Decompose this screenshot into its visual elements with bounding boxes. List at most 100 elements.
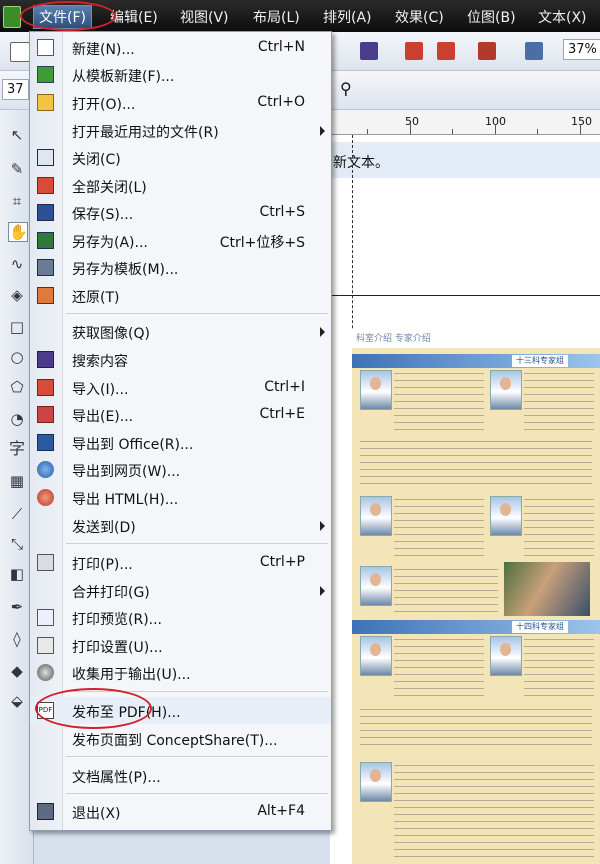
menu-item-publish-conceptshare[interactable]: 发布页面到 ConceptShare(T)... (30, 725, 331, 752)
menu-effects[interactable]: 效果(C) (395, 7, 444, 27)
doctor-bio-text (524, 496, 594, 560)
menu-item-print[interactable]: 打印(P)... Ctrl+P (30, 549, 331, 576)
menu-view[interactable]: 视图(V) (180, 7, 229, 27)
document-page[interactable]: 科室介绍 专家介绍 十三科专家组 十四科专家组 (352, 330, 600, 864)
menu-item-print-preview[interactable]: 打印预览(R)... (30, 604, 331, 631)
ruler-label-50: 50 (405, 115, 419, 128)
menu-item-export-web[interactable]: 导出到网页(W)... (30, 456, 331, 483)
menu-bitmaps[interactable]: 位图(B) (467, 7, 516, 27)
dimension-tool-icon[interactable]: ⟋ (8, 505, 26, 523)
menu-item-label: 导入(I)... (72, 382, 129, 398)
zoom-tool-icon[interactable]: ⚲ (340, 79, 352, 98)
outline-tool-icon[interactable]: ◊ (8, 630, 26, 648)
collect-output-icon (37, 664, 54, 681)
smart-fill-icon[interactable]: ◈ (8, 286, 26, 304)
revert-icon (37, 287, 54, 304)
menu-item-label: 退出(X) (72, 806, 121, 822)
doctor-photo (490, 636, 522, 676)
interactive-fill-icon[interactable]: ⬙ (8, 692, 26, 710)
menu-item-import[interactable]: 导入(I)... Ctrl+I (30, 374, 331, 401)
menu-item-print-merge[interactable]: 合并打印(G) (30, 577, 331, 604)
export-toolbar-icon[interactable] (437, 42, 455, 60)
menu-item-save[interactable]: 保存(S)... Ctrl+S (30, 199, 331, 226)
menu-item-new-from-template[interactable]: 从模板新建(F)... (30, 61, 331, 88)
horizontal-ruler[interactable]: 50 100 150 (330, 110, 600, 135)
basic-shapes-icon[interactable]: ◔ (8, 410, 26, 428)
submenu-arrow-icon (320, 126, 325, 136)
menu-item-revert[interactable]: 还原(T) (30, 282, 331, 309)
new-icon[interactable] (10, 42, 30, 62)
menu-item-close-all[interactable]: 全部关闭(L) (30, 172, 331, 199)
section-title: 十三科专家组 (512, 355, 568, 367)
open-folder-icon (37, 94, 54, 111)
menu-item-label: 文档属性(P)... (72, 770, 161, 786)
menu-item-label: 发送到(D) (72, 520, 136, 536)
print-setup-icon (37, 637, 54, 654)
menu-item-label: 从模板新建(F)... (72, 69, 175, 85)
menu-text[interactable]: 文本(X) (538, 7, 587, 27)
exit-icon (37, 803, 54, 820)
menu-item-shortcut: Alt+F4 (257, 803, 305, 819)
menu-item-exit[interactable]: 退出(X) Alt+F4 (30, 798, 331, 825)
menu-item-export[interactable]: 导出(E)... Ctrl+E (30, 401, 331, 428)
menu-item-send-to[interactable]: 发送到(D) (30, 512, 331, 539)
eyedropper-tool-icon[interactable]: ✒ (8, 598, 26, 616)
menu-item-collect-for-output[interactable]: 收集用于输出(U)... (30, 659, 331, 686)
connector-tool-icon[interactable]: ⤡ (8, 535, 26, 553)
pick-tool-icon[interactable]: ↖ (8, 126, 26, 144)
new-from-template-icon (37, 66, 54, 83)
new-text-label[interactable]: 新文本。 (333, 152, 389, 172)
doctor-bio-text (394, 370, 484, 434)
menu-item-label: 关闭(C) (72, 152, 121, 168)
zoom-level-field[interactable]: 37% (563, 39, 600, 60)
text-tool-icon[interactable]: 字 (8, 440, 26, 458)
group-photo (504, 562, 590, 616)
menu-item-save-as-template[interactable]: 另存为模板(M)... (30, 254, 331, 281)
menu-item-export-office[interactable]: 导出到 Office(R)... (30, 429, 331, 456)
menu-item-label: 合并打印(G) (72, 585, 150, 601)
menu-separator (66, 793, 328, 794)
menu-item-label: 另存为(A)... (72, 235, 148, 251)
menu-arrange[interactable]: 排列(A) (323, 7, 372, 27)
menu-item-acquire-image[interactable]: 获取图像(Q) (30, 318, 331, 345)
search-content-toolbar-icon[interactable] (360, 42, 378, 60)
submenu-arrow-icon (320, 521, 325, 531)
ellipse-tool-icon[interactable]: ○ (8, 348, 26, 366)
blend-tool-icon[interactable]: ◧ (8, 565, 26, 583)
menu-item-search-content[interactable]: 搜索内容 (30, 346, 331, 373)
close-document-icon (37, 149, 54, 166)
polygon-tool-icon[interactable]: ⬠ (8, 378, 26, 396)
menu-item-label: 打印预览(R)... (72, 612, 163, 628)
menu-edit[interactable]: 编辑(E) (110, 7, 158, 27)
search-content-icon (37, 351, 54, 368)
table-tool-icon[interactable]: ▦ (8, 472, 26, 490)
import-toolbar-icon[interactable] (405, 42, 423, 60)
menu-item-label: 全部关闭(L) (72, 180, 147, 196)
menu-layout[interactable]: 布局(L) (253, 7, 300, 27)
menu-item-close[interactable]: 关闭(C) (30, 144, 331, 171)
doctor-bio-text (394, 636, 484, 700)
menu-item-label: 打开最近用过的文件(R) (72, 125, 219, 141)
menu-item-print-setup[interactable]: 打印设置(U)... (30, 632, 331, 659)
menu-item-label: 保存(S)... (72, 207, 134, 223)
pan-tool-icon[interactable]: ✋ (8, 222, 28, 242)
doctor-bio-text (360, 706, 592, 746)
rectangle-tool-icon[interactable]: □ (8, 318, 26, 336)
menu-item-open[interactable]: 打开(O)... Ctrl+O (30, 89, 331, 116)
fill-tool-icon[interactable]: ◆ (8, 662, 26, 680)
menu-item-new[interactable]: 新建(N)... Ctrl+N (30, 34, 331, 61)
doctor-bio-text (360, 438, 592, 488)
menu-item-label: 打印设置(U)... (72, 640, 163, 656)
welcome-screen-icon[interactable] (525, 42, 543, 60)
freehand-tool-icon[interactable]: ∿ (8, 255, 26, 273)
menu-item-save-as[interactable]: 另存为(A)... Ctrl+位移+S (30, 227, 331, 254)
menu-item-document-properties[interactable]: 文档属性(P)... (30, 762, 331, 789)
shape-tool-icon[interactable]: ✎ (8, 160, 26, 178)
crop-tool-icon[interactable]: ⌗ (8, 192, 26, 210)
menu-item-open-recent[interactable]: 打开最近用过的文件(R) (30, 117, 331, 144)
zoom-level-field-left[interactable]: 37 (2, 79, 29, 100)
menu-item-export-html[interactable]: 导出 HTML(H)... (30, 484, 331, 511)
menu-item-label: 打开(O)... (72, 97, 136, 113)
application-launcher-icon[interactable] (478, 42, 496, 60)
file-menu-highlight-circle (20, 1, 116, 31)
